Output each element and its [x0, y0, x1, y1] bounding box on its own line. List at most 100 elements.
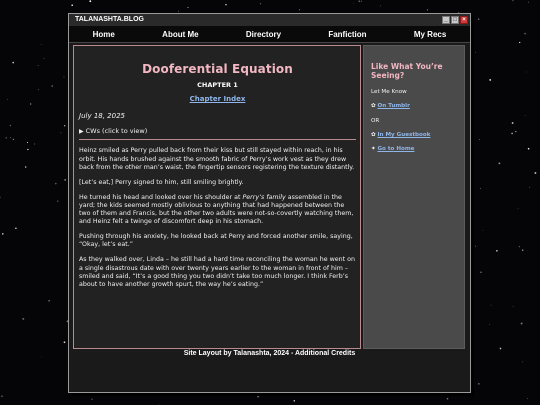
story-content[interactable]: Dooferential Equation CHAPTER 1 Chapter …: [73, 45, 361, 349]
guestbook-link[interactable]: In My Guestbook: [377, 132, 430, 138]
star: [534, 172, 537, 174]
window-titlebar: TALANASHTA.BLOG _ □ ×: [69, 14, 470, 26]
star: [30, 103, 32, 105]
star: [64, 125, 66, 127]
star: [475, 51, 477, 53]
star: [496, 249, 498, 252]
star: [89, 0, 92, 3]
story-paragraph: He turned his head and looked over his s…: [79, 194, 356, 226]
chapter-index-link[interactable]: Chapter Index: [190, 95, 246, 103]
star: [91, 398, 93, 400]
main-nav: Home About Me Directory Fanfiction My Re…: [69, 26, 470, 43]
star: [520, 322, 523, 325]
star: [257, 395, 260, 398]
star: [446, 397, 449, 400]
nav-fanfiction[interactable]: Fanfiction: [328, 30, 366, 39]
window-controls: _ □ ×: [442, 16, 468, 24]
nav-home[interactable]: Home: [93, 30, 115, 39]
star: [37, 89, 39, 91]
close-icon[interactable]: ×: [460, 16, 468, 24]
minimize-icon[interactable]: _: [442, 16, 450, 24]
nav-directory[interactable]: Directory: [246, 30, 281, 39]
star: [515, 130, 517, 133]
star: [178, 10, 179, 12]
star: [353, 2, 354, 4]
divider: [79, 139, 356, 141]
star: [51, 85, 54, 87]
star: [524, 115, 526, 116]
star: [12, 61, 14, 64]
star: [12, 138, 15, 141]
star: [64, 178, 67, 181]
window-title: TALANASHTA.BLOG: [75, 16, 144, 23]
star: [489, 78, 492, 81]
star: [60, 132, 62, 134]
star: [1, 395, 3, 398]
star: [57, 200, 59, 202]
star: [9, 124, 12, 127]
star: [426, 9, 429, 11]
content-warnings-toggle[interactable]: ▶ CWs (click to view): [79, 127, 356, 136]
chapter-heading: CHAPTER 1: [197, 81, 238, 90]
star: [380, 5, 381, 7]
flower-icon: ✿: [371, 132, 376, 138]
story-paragraph: As they walked over, Linda – he still ha…: [79, 256, 355, 288]
star: [480, 271, 482, 273]
star: [524, 32, 526, 35]
star: [479, 187, 481, 189]
star: [522, 249, 524, 251]
star: [71, 4, 74, 7]
star: [528, 1, 530, 3]
star: [225, 3, 227, 6]
star: [517, 207, 519, 209]
star: [6, 99, 8, 100]
post-date: July 18, 2025: [79, 112, 125, 121]
star: [490, 304, 492, 306]
tumblr-link[interactable]: On Tumblr: [377, 103, 409, 109]
sparkle-icon: ✦: [371, 146, 376, 152]
site-window: TALANASHTA.BLOG _ □ × Home About Me Dire…: [68, 13, 471, 393]
guestbook-row: ✿ In My Guestbook: [364, 132, 464, 139]
star: [527, 397, 529, 399]
star: [519, 41, 521, 44]
star: [511, 122, 514, 124]
star: [525, 71, 527, 73]
star: [27, 148, 29, 151]
star: [37, 65, 39, 66]
star: [63, 341, 66, 344]
star: [43, 57, 45, 59]
nav-my-recs[interactable]: My Recs: [414, 30, 446, 39]
star: [0, 196, 1, 198]
star: [26, 141, 29, 144]
star: [518, 246, 520, 248]
triangle-right-icon: ▶: [79, 128, 84, 136]
nav-about-me[interactable]: About Me: [162, 30, 198, 39]
star: [511, 132, 513, 135]
star: [293, 400, 296, 402]
cws-label: CWs (click to view): [85, 127, 148, 136]
star: [63, 76, 65, 78]
star: [22, 317, 25, 320]
star: [34, 143, 36, 145]
maximize-icon[interactable]: □: [451, 16, 459, 24]
home-row: ✦ Go to Home: [364, 146, 464, 153]
star: [10, 137, 12, 139]
flower-icon: ✿: [371, 103, 376, 109]
go-home-link[interactable]: Go to Home: [377, 146, 414, 152]
story-paragraph: Pushing through his anxiety, he looked b…: [79, 233, 353, 249]
emphasis-text: Perry’s family: [242, 193, 286, 201]
star: [512, 0, 514, 2]
star: [499, 347, 502, 350]
star: [41, 356, 43, 358]
star: [479, 139, 481, 140]
star: [48, 299, 50, 302]
star: [1, 233, 4, 235]
star: [475, 245, 477, 247]
site-footer[interactable]: Site Layout by Talanashta, 2024 - Additi…: [69, 350, 470, 357]
tumblr-row: ✿ On Tumblr: [364, 103, 464, 110]
star: [298, 9, 301, 11]
story-title: Dooferential Equation: [142, 62, 293, 76]
star: [498, 162, 501, 165]
or-text: OR: [371, 118, 380, 124]
star: [5, 137, 8, 139]
